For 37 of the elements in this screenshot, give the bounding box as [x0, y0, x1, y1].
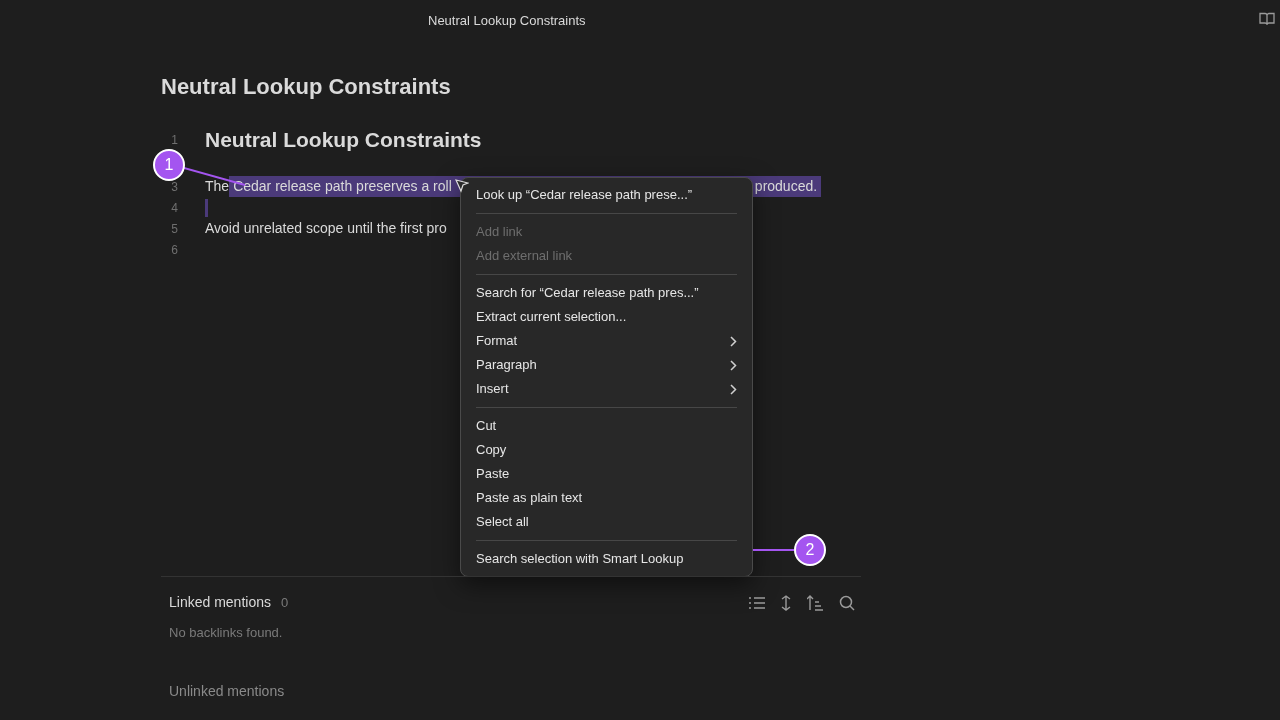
menu-item[interactable]: Search for “Cedar release path pres...”	[467, 281, 746, 305]
menu-item[interactable]: Paragraph	[467, 353, 746, 377]
heading-text: Neutral Lookup Constraints	[205, 127, 482, 154]
window-title: Neutral Lookup Constraints	[428, 12, 586, 30]
callout-badge: 1	[153, 149, 185, 181]
line-number: 6	[170, 241, 178, 259]
line-number: 1	[170, 132, 178, 149]
menu-item[interactable]: Extract current selection...	[467, 305, 746, 329]
book-icon[interactable]	[1259, 12, 1275, 26]
menu-item[interactable]: Paste as plain text	[467, 486, 746, 510]
list-icon[interactable]	[749, 595, 765, 610]
section-heading: Unlinked mentions	[168, 681, 286, 701]
menu-item[interactable]: Copy	[467, 438, 746, 462]
menu-item[interactable]: Select all	[467, 510, 746, 534]
line-number: 5	[170, 220, 178, 238]
menu-item[interactable]: Cut	[467, 414, 746, 438]
line-text: Avoid unrelated scope until the first pro	[205, 219, 447, 238]
vertical-arrows-icon[interactable]	[781, 594, 791, 611]
section-heading: Linked mentions	[169, 593, 271, 612]
leader-line	[753, 549, 794, 551]
chevron-right-icon	[730, 335, 737, 347]
sort-icon[interactable]	[807, 594, 823, 611]
selection-marker	[205, 198, 208, 217]
note-title: Neutral Lookup Constraints	[161, 73, 452, 101]
menu-item[interactable]: Format	[467, 329, 746, 353]
menu-item[interactable]: Insert	[467, 377, 746, 401]
menu-item[interactable]: Search selection with Smart Lookup	[467, 547, 746, 571]
line-number: 4	[170, 199, 178, 217]
callout-badge: 2	[794, 534, 826, 566]
line-text: The	[205, 177, 230, 196]
line-number: 3	[170, 178, 178, 196]
menu-item[interactable]: Paste	[467, 462, 746, 486]
empty-message: No backlinks found.	[168, 624, 284, 642]
search-icon[interactable]	[839, 594, 855, 611]
chevron-right-icon	[730, 383, 737, 395]
chevron-right-icon	[730, 359, 737, 371]
mention-count: 0	[280, 593, 289, 612]
